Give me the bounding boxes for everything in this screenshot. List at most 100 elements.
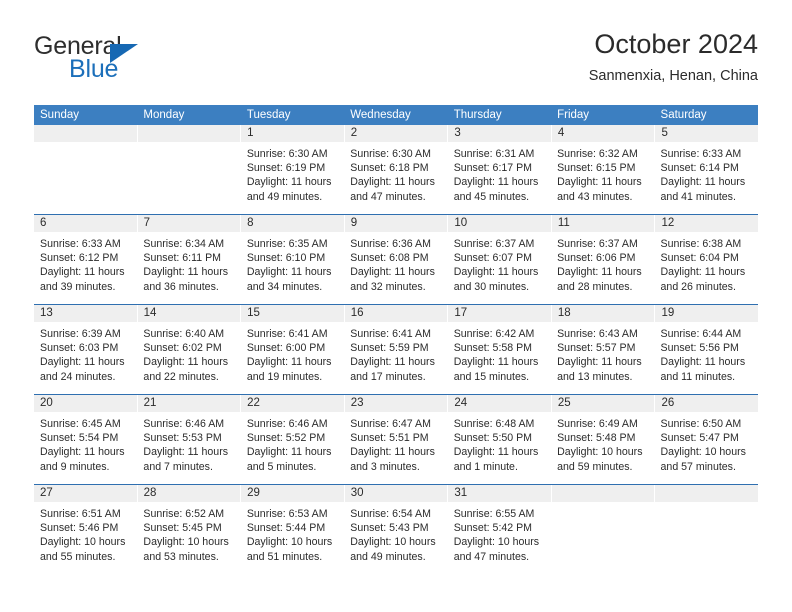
day-number[interactable]: 5 [655, 125, 758, 142]
day-cell[interactable]: Sunrise: 6:55 AM Sunset: 5:42 PM Daylight:… [448, 502, 551, 574]
logo-triangle-icon [110, 44, 138, 63]
day-number[interactable]: 22 [241, 395, 345, 412]
day-cell[interactable]: Sunrise: 6:32 AM Sunset: 6:15 PM Daylight:… [551, 142, 654, 214]
day-cell[interactable]: Sunrise: 6:44 AM Sunset: 5:56 PM Daylight:… [655, 322, 758, 394]
sunset-text: Sunset: 6:02 PM [143, 342, 222, 355]
daylight-text: and 5 minutes. [246, 460, 317, 473]
day-cell[interactable]: Sunrise: 6:34 AM Sunset: 6:11 PM Daylight:… [137, 232, 240, 304]
day-cell[interactable]: Sunrise: 6:33 AM Sunset: 6:12 PM Daylight:… [34, 232, 137, 304]
day-cell-empty [655, 502, 758, 574]
sunrise-text: Sunrise: 6:54 AM [350, 508, 431, 520]
day-cell[interactable]: Sunrise: 6:46 AM Sunset: 5:52 PM Daylight:… [241, 412, 344, 484]
day-cell[interactable]: Sunrise: 6:40 AM Sunset: 6:02 PM Daylight:… [137, 322, 240, 394]
day-number[interactable]: 18 [552, 305, 656, 322]
calendar-grid: Sunday Monday Tuesday Wednesday Thursday Frid… [34, 105, 758, 574]
page-title: October 2024 [594, 29, 758, 59]
day-number[interactable]: 19 [655, 305, 758, 322]
day-number[interactable]: 23 [345, 395, 449, 412]
sunrise-text: Sunrise: 6:31 AM [453, 148, 535, 160]
day-cell[interactable]: Sunrise: 6:48 AM Sunset: 5:50 PM Daylight:… [448, 412, 551, 484]
day-number[interactable]: 12 [655, 215, 758, 232]
day-number[interactable]: 27 [34, 485, 138, 502]
daylight-text: Daylight: 11 hours [660, 176, 746, 189]
day-cell[interactable]: Sunrise: 6:37 AM Sunset: 6:06 PM Daylight:… [551, 232, 654, 304]
day-cell[interactable]: Sunrise: 6:36 AM Sunset: 6:08 PM Daylight:… [344, 232, 447, 304]
day-number[interactable]: 10 [448, 215, 552, 232]
day-cell[interactable]: Sunrise: 6:37 AM Sunset: 6:07 PM Daylight:… [448, 232, 551, 304]
sunset-text: Sunset: 5:56 PM [660, 342, 739, 355]
day-number[interactable]: 15 [241, 305, 345, 322]
weekday-header-monday: Monday [143, 109, 185, 121]
sunrise-text: Sunrise: 6:47 AM [350, 418, 431, 430]
day-cell[interactable]: Sunrise: 6:54 AM Sunset: 5:43 PM Daylight:… [344, 502, 447, 574]
day-number[interactable]: 30 [345, 485, 449, 502]
day-cell[interactable]: Sunrise: 6:53 AM Sunset: 5:44 PM Daylight:… [241, 502, 344, 574]
day-cell[interactable]: Sunrise: 6:38 AM Sunset: 6:04 PM Daylight:… [655, 232, 758, 304]
weekday-header-sunday: Sunday [40, 109, 80, 121]
day-number[interactable]: 6 [34, 215, 138, 232]
sunset-text: Sunset: 6:17 PM [453, 162, 533, 175]
sunset-text: Sunset: 6:07 PM [453, 252, 533, 265]
day-number[interactable]: 17 [448, 305, 552, 322]
daylight-text: Daylight: 10 hours [40, 536, 126, 549]
day-number[interactable]: 1 [241, 125, 345, 142]
sunrise-text: Sunrise: 6:40 AM [143, 328, 225, 340]
sunset-text: Sunset: 6:10 PM [246, 252, 326, 265]
day-number[interactable]: 14 [138, 305, 242, 322]
day-number[interactable]: 26 [655, 395, 758, 412]
day-number[interactable]: 11 [552, 215, 656, 232]
day-cell[interactable]: Sunrise: 6:46 AM Sunset: 5:53 PM Daylight:… [137, 412, 240, 484]
week-day-detail-strip: Sunrise: 6:39 AM Sunset: 6:03 PM Daylight:… [34, 322, 758, 394]
day-cell[interactable]: Sunrise: 6:51 AM Sunset: 5:46 PM Daylight:… [34, 502, 137, 574]
daylight-text: and 47 minutes. [453, 550, 530, 563]
sunset-text: Sunset: 6:00 PM [246, 342, 326, 355]
day-number[interactable]: 3 [448, 125, 552, 142]
sunset-text: Sunset: 5:46 PM [40, 522, 119, 535]
day-cell[interactable]: Sunrise: 6:30 AM Sunset: 6:18 PM Daylight:… [344, 142, 447, 214]
day-cell[interactable]: Sunrise: 6:45 AM Sunset: 5:54 PM Daylight:… [34, 412, 137, 484]
day-cell[interactable]: Sunrise: 6:52 AM Sunset: 5:45 PM Daylight:… [137, 502, 240, 574]
day-cell[interactable]: Sunrise: 6:49 AM Sunset: 5:48 PM Daylight:… [551, 412, 654, 484]
day-cell[interactable]: Sunrise: 6:33 AM Sunset: 6:14 PM Daylight:… [655, 142, 758, 214]
day-number[interactable]: 8 [241, 215, 345, 232]
daylight-text: and 3 minutes. [350, 460, 420, 473]
day-number[interactable]: 29 [241, 485, 345, 502]
day-cell[interactable]: Sunrise: 6:39 AM Sunset: 6:03 PM Daylight:… [34, 322, 137, 394]
sunrise-text: Sunrise: 6:37 AM [453, 238, 535, 250]
sunrise-text: Sunrise: 6:46 AM [246, 418, 328, 430]
day-number[interactable]: 7 [138, 215, 242, 232]
page-subtitle: Sanmenxia, Henan, China [588, 68, 758, 84]
day-number[interactable]: 25 [552, 395, 656, 412]
day-cell[interactable]: Sunrise: 6:41 AM Sunset: 6:00 PM Daylight:… [241, 322, 344, 394]
day-number[interactable]: 4 [552, 125, 656, 142]
day-number[interactable]: 2 [345, 125, 449, 142]
page-header: General Blue October 2024 Sanmenxia, Hen… [34, 28, 758, 90]
weekday-header-thursday: Thursday [453, 109, 502, 121]
day-cell[interactable]: Sunrise: 6:47 AM Sunset: 5:51 PM Daylight:… [344, 412, 447, 484]
day-cell[interactable]: Sunrise: 6:50 AM Sunset: 5:47 PM Daylight:… [655, 412, 758, 484]
sunset-text: Sunset: 5:51 PM [350, 432, 429, 445]
sunrise-text: Sunrise: 6:51 AM [40, 508, 121, 520]
day-number[interactable]: 9 [345, 215, 449, 232]
day-cell[interactable]: Sunrise: 6:43 AM Sunset: 5:57 PM Daylight:… [551, 322, 654, 394]
day-cell[interactable]: Sunrise: 6:30 AM Sunset: 6:19 PM Daylight:… [241, 142, 344, 214]
day-number[interactable]: 20 [34, 395, 138, 412]
sunrise-text: Sunrise: 6:33 AM [660, 148, 742, 160]
day-cell[interactable]: Sunrise: 6:41 AM Sunset: 5:59 PM Daylight:… [344, 322, 447, 394]
daylight-text: and 13 minutes. [557, 370, 633, 383]
sunset-text: Sunset: 6:15 PM [557, 162, 636, 175]
day-number[interactable]: 21 [138, 395, 242, 412]
day-cell[interactable]: Sunrise: 6:35 AM Sunset: 6:10 PM Daylight:… [241, 232, 344, 304]
daylight-text: Daylight: 10 hours [660, 446, 746, 459]
sunrise-text: Sunrise: 6:45 AM [40, 418, 121, 430]
day-number[interactable]: 13 [34, 305, 138, 322]
calendar-week-row: 27 28 29 30 31 Sunrise: 6:51 AM Sunset: 5:46 P… [34, 484, 758, 574]
day-cell[interactable]: Sunrise: 6:31 AM Sunset: 6:17 PM Daylight:… [448, 142, 551, 214]
daylight-text: Daylight: 10 hours [350, 536, 436, 549]
day-number-empty [655, 485, 758, 502]
day-cell[interactable]: Sunrise: 6:42 AM Sunset: 5:58 PM Daylight:… [448, 322, 551, 394]
day-number[interactable]: 28 [138, 485, 242, 502]
day-number[interactable]: 16 [345, 305, 449, 322]
day-number[interactable]: 24 [448, 395, 552, 412]
day-number[interactable]: 31 [448, 485, 552, 502]
